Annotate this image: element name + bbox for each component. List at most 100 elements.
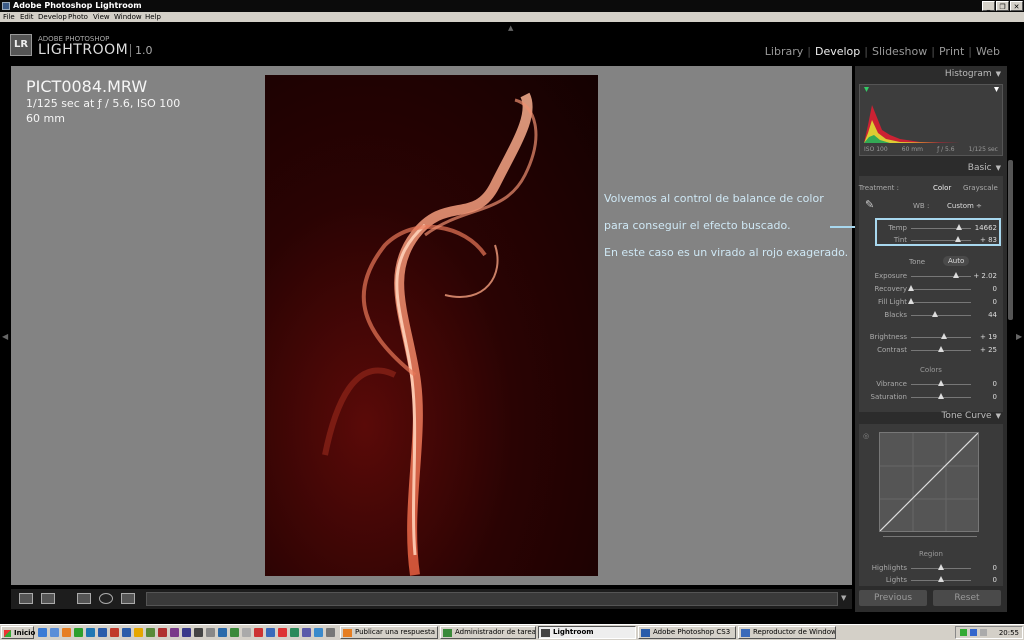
lr-icon[interactable]: [194, 628, 203, 637]
menu-view[interactable]: View: [93, 12, 110, 22]
slider-temp[interactable]: Temp 14662: [859, 222, 1003, 234]
crop-icon[interactable]: [77, 593, 91, 604]
dw-icon[interactable]: [146, 628, 155, 637]
recovery-value[interactable]: 0: [993, 285, 997, 293]
menu-window[interactable]: Window: [114, 12, 142, 22]
curve-split-track[interactable]: [883, 536, 977, 537]
reset-button[interactable]: Reset: [933, 590, 1001, 606]
start-button[interactable]: Inicio: [1, 626, 35, 639]
ps-icon[interactable]: [122, 628, 131, 637]
brightness-value[interactable]: + 19: [980, 333, 997, 341]
tone-curve-header[interactable]: Tone Curve ▼: [855, 408, 1007, 424]
fl-icon[interactable]: [158, 628, 167, 637]
contrast-thumb[interactable]: [938, 346, 944, 352]
app-icon-11[interactable]: [302, 628, 311, 637]
slider-saturation[interactable]: Saturation 0: [859, 391, 1003, 403]
left-panel-toggle-icon[interactable]: ◀: [2, 332, 8, 341]
slider-blacks[interactable]: Blacks 44: [859, 309, 1003, 321]
loupe-view-icon[interactable]: [19, 593, 33, 604]
highlights-thumb[interactable]: [938, 564, 944, 570]
target-adjust-icon[interactable]: ◎: [863, 432, 869, 440]
basic-header[interactable]: Basic ▼: [855, 160, 1007, 176]
wb-select[interactable]: Custom ÷: [947, 202, 982, 210]
blacks-track[interactable]: [911, 315, 971, 316]
app-icon-1[interactable]: [74, 628, 83, 637]
module-slideshow[interactable]: Slideshow: [872, 45, 927, 58]
tone-curve-graph[interactable]: [879, 432, 979, 532]
volume-icon[interactable]: [980, 629, 987, 636]
app-icon-3[interactable]: [206, 628, 215, 637]
id-icon[interactable]: [182, 628, 191, 637]
previous-button[interactable]: Previous: [859, 590, 927, 606]
ie-icon[interactable]: [38, 628, 47, 637]
exposure-thumb[interactable]: [953, 272, 959, 278]
task-administrador[interactable]: Administrador de tareas ...: [440, 626, 536, 639]
temp-thumb[interactable]: [956, 224, 962, 230]
tint-track[interactable]: [911, 240, 971, 241]
minimize-button[interactable]: _: [982, 1, 995, 11]
module-develop[interactable]: Develop: [815, 45, 860, 58]
app-icon-6[interactable]: [242, 628, 251, 637]
tint-thumb[interactable]: [954, 236, 961, 242]
slider-tint[interactable]: Tint + 83: [859, 234, 1003, 246]
app-icon-8[interactable]: [266, 628, 275, 637]
toolbar-menu-icon[interactable]: ▼: [841, 594, 846, 602]
tint-value[interactable]: + 83: [980, 236, 997, 244]
before-after-icon[interactable]: [41, 593, 55, 604]
slider-contrast[interactable]: Contrast + 25: [859, 344, 1003, 356]
app-icon-10[interactable]: [290, 628, 299, 637]
treatment-grayscale-option[interactable]: Grayscale: [963, 184, 998, 192]
slider-recovery[interactable]: Recovery 0: [859, 283, 1003, 295]
menu-edit[interactable]: Edit: [20, 12, 34, 22]
right-panel-toggle-icon[interactable]: ▶: [1016, 332, 1022, 341]
task-lightroom[interactable]: Lightroom: [538, 626, 636, 639]
app-icon-5[interactable]: [230, 628, 239, 637]
menu-help[interactable]: Help: [145, 12, 161, 22]
slider-highlights[interactable]: Highlights 0: [859, 562, 1003, 574]
app-icon-2[interactable]: [86, 628, 95, 637]
spot-removal-icon[interactable]: [121, 593, 135, 604]
photoshop-icon[interactable]: [98, 628, 107, 637]
slider-vibrance[interactable]: Vibrance 0: [859, 378, 1003, 390]
tray-icon-1[interactable]: [960, 629, 967, 636]
red-eye-icon[interactable]: [99, 593, 113, 604]
lights-thumb[interactable]: [938, 576, 944, 582]
bridge-icon[interactable]: [110, 628, 119, 637]
restore-button[interactable]: ❐: [996, 1, 1009, 11]
close-button[interactable]: ✕: [1010, 1, 1023, 11]
desktop-icon[interactable]: [50, 628, 59, 637]
contrast-value[interactable]: + 25: [980, 346, 997, 354]
saturation-value[interactable]: 0: [993, 393, 997, 401]
slider-brightness[interactable]: Brightness + 19: [859, 331, 1003, 343]
slider-lights[interactable]: Lights 0: [859, 574, 1003, 586]
top-panel-toggle-icon[interactable]: ▲: [508, 24, 513, 32]
fw-icon[interactable]: [170, 628, 179, 637]
vibrance-thumb[interactable]: [938, 380, 944, 386]
exposure-value[interactable]: + 2.02: [973, 272, 997, 280]
task-photoshop[interactable]: Adobe Photoshop CS3: [638, 626, 736, 639]
saturation-thumb[interactable]: [938, 393, 944, 399]
blacks-thumb[interactable]: [932, 311, 938, 317]
temp-track[interactable]: [911, 228, 971, 229]
module-web[interactable]: Web: [976, 45, 1000, 58]
module-print[interactable]: Print: [939, 45, 964, 58]
histogram-header[interactable]: Histogram ▼: [855, 66, 1007, 82]
highlights-value[interactable]: 0: [993, 564, 997, 572]
app-icon-7[interactable]: [254, 628, 263, 637]
blacks-value[interactable]: 44: [988, 311, 997, 319]
tray-icon-2[interactable]: [970, 629, 977, 636]
slider-fill-light[interactable]: Fill Light 0: [859, 296, 1003, 308]
menu-file[interactable]: File: [3, 12, 15, 22]
app-icon-9[interactable]: [278, 628, 287, 637]
app-icon-13[interactable]: [326, 628, 335, 637]
exposure-track[interactable]: [911, 276, 971, 277]
vibrance-value[interactable]: 0: [993, 380, 997, 388]
lights-value[interactable]: 0: [993, 576, 997, 584]
firefox-icon[interactable]: [62, 628, 71, 637]
ai-icon[interactable]: [134, 628, 143, 637]
app-icon-4[interactable]: [218, 628, 227, 637]
task-publicar[interactable]: Publicar una respuesta - ...: [340, 626, 438, 639]
photo-image[interactable]: [265, 75, 598, 576]
menu-develop[interactable]: Develop: [38, 12, 67, 22]
temp-value[interactable]: 14662: [975, 224, 997, 232]
